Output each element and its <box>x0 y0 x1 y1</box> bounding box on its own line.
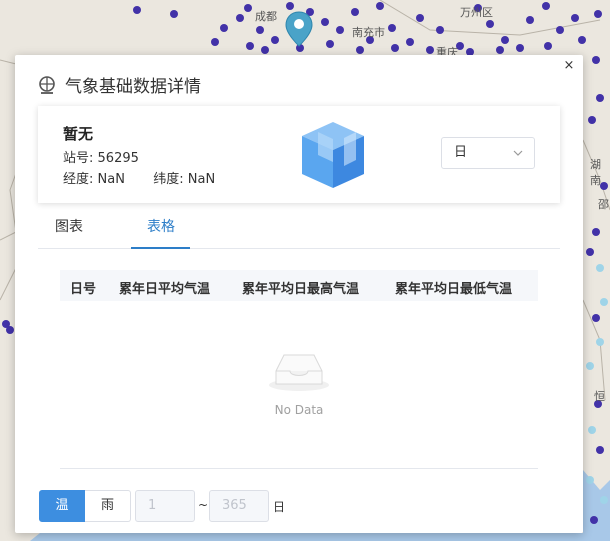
dialog-title: 气象基础数据详情 <box>65 77 201 97</box>
station-dot[interactable] <box>592 228 600 236</box>
column-header-avg-min-temp: 累年平均日最低气温 <box>395 282 513 297</box>
station-dot[interactable] <box>600 496 608 504</box>
station-dot[interactable] <box>600 298 608 306</box>
station-detail-dialog: × 气象基础数据详情 暂无 站号: 56295 经度: NaN 纬度: NaN <box>15 55 583 533</box>
data-cube-icon <box>302 122 364 188</box>
map-label-nanchong: 南充市 <box>352 26 385 39</box>
station-dot[interactable] <box>416 14 424 22</box>
station-info-card: 暂无 站号: 56295 经度: NaN 纬度: NaN 日 <box>38 106 560 203</box>
empty-text: No Data <box>274 403 324 417</box>
empty-inbox-icon <box>269 354 329 391</box>
coordinates-line: 经度: NaN 纬度: NaN <box>63 168 215 187</box>
station-dot[interactable] <box>271 36 279 44</box>
station-dot[interactable] <box>588 116 596 124</box>
map-label-chengdu: 成都 <box>255 10 277 23</box>
station-dot[interactable] <box>356 46 364 54</box>
station-id-value: 56295 <box>97 151 139 166</box>
tab-chart[interactable]: 图表 <box>55 215 83 249</box>
station-dot[interactable] <box>486 20 494 28</box>
rain-button[interactable]: 雨 <box>85 490 131 522</box>
tab-table[interactable]: 表格 <box>147 215 175 249</box>
column-header-day: 日号 <box>70 282 97 297</box>
station-dot[interactable] <box>220 24 228 32</box>
station-dot[interactable] <box>596 338 604 346</box>
station-dot[interactable] <box>236 14 244 22</box>
map-label-wanzhou: 万州区 <box>460 6 493 19</box>
station-dot[interactable] <box>596 94 604 102</box>
station-dot[interactable] <box>596 446 604 454</box>
station-dot[interactable] <box>246 42 254 50</box>
climate-table: 日号 累年日平均气温 累年平均日最高气温 累年平均日最低气温 <box>60 270 538 301</box>
station-dot[interactable] <box>244 4 252 12</box>
station-dot[interactable] <box>588 426 596 434</box>
longitude-label: 经度: <box>63 172 94 187</box>
station-dot[interactable] <box>321 18 329 26</box>
station-dot[interactable] <box>376 2 384 10</box>
map-pin-icon[interactable] <box>284 10 314 50</box>
station-dot[interactable] <box>170 10 178 18</box>
station-dot[interactable] <box>586 248 594 256</box>
station-dot[interactable] <box>544 42 552 50</box>
station-dot[interactable] <box>336 26 344 34</box>
station-name: 暂无 <box>63 125 94 143</box>
station-dot[interactable] <box>592 56 600 64</box>
station-dot[interactable] <box>526 16 534 24</box>
station-dot[interactable] <box>556 26 564 34</box>
range-unit: 日 <box>273 500 286 514</box>
period-select-value: 日 <box>454 145 468 160</box>
station-dot[interactable] <box>571 14 579 22</box>
temperature-button[interactable]: 温 <box>39 490 85 522</box>
station-dot[interactable] <box>256 26 264 34</box>
map-label-hunan: 湖南 <box>590 158 601 187</box>
station-dot[interactable] <box>211 38 219 46</box>
column-header-avg-max-temp: 累年平均日最高气温 <box>242 282 360 297</box>
station-id-line: 站号: 56295 <box>63 147 139 166</box>
station-dot[interactable] <box>586 476 594 484</box>
station-dot[interactable] <box>133 6 141 14</box>
station-dot[interactable] <box>594 10 602 18</box>
chevron-down-icon <box>513 150 523 156</box>
station-dot[interactable] <box>496 46 504 54</box>
latitude-label: 纬度: <box>153 172 184 187</box>
view-tabs: 图表 表格 <box>38 215 560 249</box>
latitude-value: NaN <box>187 172 216 187</box>
station-dot[interactable] <box>426 46 434 54</box>
dialog-header: 气象基础数据详情 <box>37 72 201 97</box>
station-dot[interactable] <box>406 38 414 46</box>
range-end-input[interactable]: 365 <box>209 490 269 522</box>
station-dot[interactable] <box>596 264 604 272</box>
table-divider <box>60 468 538 469</box>
station-dot[interactable] <box>351 8 359 16</box>
close-button[interactable]: × <box>561 58 577 74</box>
station-dot[interactable] <box>501 36 509 44</box>
column-header-avg-temp: 累年日平均气温 <box>119 282 211 297</box>
station-dot[interactable] <box>592 314 600 322</box>
station-dot[interactable] <box>326 40 334 48</box>
station-dot[interactable] <box>286 2 294 10</box>
station-dot[interactable] <box>590 516 598 524</box>
weather-station-icon <box>39 75 55 94</box>
station-dot[interactable] <box>388 24 396 32</box>
table-header-row: 日号 累年日平均气温 累年平均日最高气温 累年平均日最低气温 <box>60 270 538 301</box>
longitude-value: NaN <box>97 172 125 187</box>
station-dot[interactable] <box>261 46 269 54</box>
period-select[interactable]: 日 <box>441 137 535 169</box>
range-start-input[interactable]: 1 <box>135 490 195 522</box>
map-label-shao: 邵 <box>598 198 609 211</box>
station-dot[interactable] <box>2 320 10 328</box>
station-dot[interactable] <box>516 44 524 52</box>
station-id-label: 站号: <box>63 151 94 166</box>
station-dot[interactable] <box>391 44 399 52</box>
map-label-heng: 恒 <box>594 390 605 403</box>
element-toggle: 温 雨 <box>39 490 131 522</box>
station-dot[interactable] <box>542 2 550 10</box>
station-dot[interactable] <box>586 362 594 370</box>
range-separator: ~ <box>198 498 209 512</box>
active-tab-indicator <box>131 247 190 249</box>
station-dot[interactable] <box>436 26 444 34</box>
station-dot[interactable] <box>578 36 586 44</box>
